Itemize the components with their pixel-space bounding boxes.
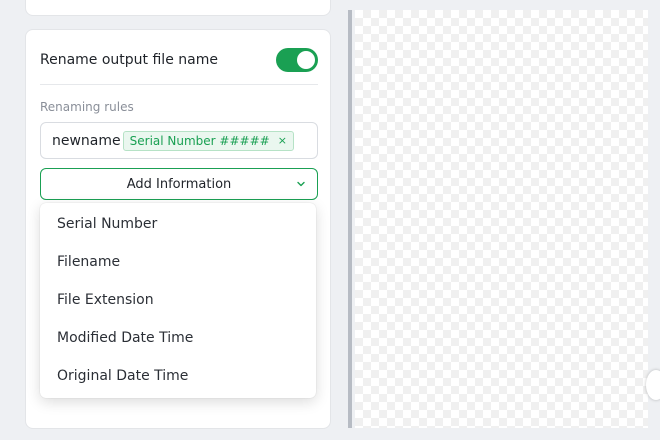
dropdown-item-serial-number[interactable]: Serial Number bbox=[40, 205, 316, 243]
serial-number-tag-label: Serial Number ##### bbox=[129, 133, 270, 148]
add-information-button[interactable]: Add Information bbox=[40, 168, 318, 200]
dropdown-item-original-date-time[interactable]: Original Date Time bbox=[40, 357, 316, 395]
renaming-rules-label: Renaming rules bbox=[40, 100, 134, 114]
image-preview-area bbox=[355, 10, 648, 428]
previous-settings-card bbox=[25, 0, 331, 16]
toggle-knob bbox=[297, 51, 315, 69]
rename-output-row: Rename output file name bbox=[40, 46, 318, 74]
serial-number-tag: Serial Number ##### × bbox=[122, 130, 294, 151]
renaming-rules-input[interactable]: newname Serial Number ##### × bbox=[40, 122, 318, 159]
preview-scroll-handle[interactable] bbox=[646, 370, 660, 400]
dropdown-item-file-extension[interactable]: File Extension bbox=[40, 281, 316, 319]
dropdown-item-modified-date-time[interactable]: Modified Date Time bbox=[40, 319, 316, 357]
panel-splitter[interactable] bbox=[348, 10, 352, 428]
add-information-label: Add Information bbox=[126, 176, 232, 192]
dropdown-item-filename[interactable]: Filename bbox=[40, 243, 316, 281]
tag-close-icon[interactable]: × bbox=[278, 134, 287, 147]
rule-prefix-text: newname bbox=[52, 132, 121, 149]
rename-output-label: Rename output file name bbox=[40, 52, 218, 68]
rename-output-toggle[interactable] bbox=[276, 48, 318, 72]
chevron-down-icon bbox=[297, 181, 305, 187]
divider bbox=[40, 84, 318, 85]
add-information-dropdown: Serial Number Filename File Extension Mo… bbox=[40, 203, 316, 398]
